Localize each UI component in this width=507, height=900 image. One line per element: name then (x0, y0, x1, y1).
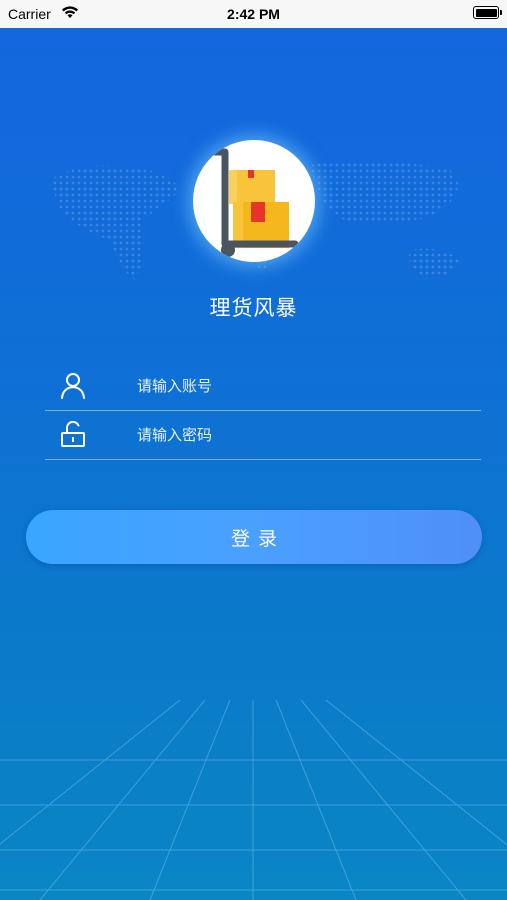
status-bar: Carrier 2:42 PM (0, 0, 507, 28)
account-field (45, 362, 481, 411)
app-logo (193, 140, 315, 262)
app-title: 理货风暴 (209, 296, 298, 320)
account-input[interactable] (135, 370, 469, 402)
status-time: 2:42 PM (227, 6, 280, 22)
hand-truck-boxes-icon (211, 148, 299, 257)
battery-icon (473, 6, 502, 19)
floor-grid-background (0, 700, 507, 900)
login-button[interactable]: 登录 (26, 510, 482, 564)
password-input[interactable] (135, 419, 469, 451)
password-field (45, 411, 481, 460)
lock-icon (61, 420, 85, 447)
user-icon (61, 373, 85, 399)
